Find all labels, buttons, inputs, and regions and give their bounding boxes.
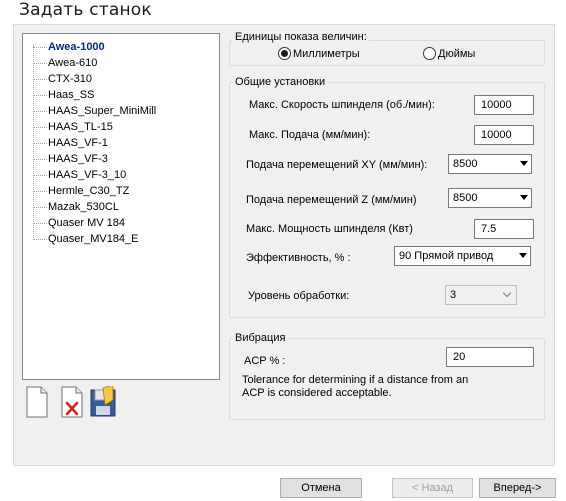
machine-item-label: CTX-310 bbox=[48, 73, 93, 85]
radio-millimeters[interactable] bbox=[278, 47, 291, 60]
xy-feed-select[interactable]: 8500 bbox=[448, 154, 532, 174]
tree-connector bbox=[33, 191, 47, 192]
dropdown-arrow-icon bbox=[520, 195, 528, 200]
machine-item-label: Hermle_C30_TZ bbox=[48, 185, 130, 197]
machine-item-label: Mazak_530CL bbox=[48, 201, 119, 213]
radio-millimeters-label: Миллиметры bbox=[293, 48, 360, 60]
back-button[interactable]: < Назад bbox=[392, 478, 473, 498]
general-title: Общие установки bbox=[233, 76, 328, 88]
machine-item-label: HAAS_VF-1 bbox=[48, 137, 108, 149]
spindle-speed-field[interactable]: 10000 bbox=[474, 95, 534, 115]
machine-item-label: Quaser_MV184_E bbox=[48, 233, 139, 245]
tree-connector bbox=[33, 111, 47, 112]
spindle-power-field[interactable]: 7.5 bbox=[474, 219, 534, 239]
spindle-speed-label: Макс. Скорость шпинделя (об./мин): bbox=[249, 99, 435, 111]
efficiency-select[interactable]: 90 Прямой привод bbox=[394, 246, 531, 266]
z-feed-select[interactable]: 8500 bbox=[448, 188, 532, 208]
level-value: 3 bbox=[450, 289, 457, 301]
tree-connector bbox=[33, 207, 47, 208]
tree-connector bbox=[33, 95, 47, 96]
efficiency-value: 90 Прямой привод bbox=[399, 250, 494, 262]
tree-connector bbox=[33, 239, 47, 240]
tree-connector bbox=[33, 175, 47, 176]
level-select[interactable]: 3 bbox=[445, 285, 517, 305]
xy-feed-label: Подача перемещений XY (мм/мин): bbox=[246, 159, 428, 171]
feed-field[interactable]: 10000 bbox=[474, 125, 534, 145]
cancel-button[interactable]: Отмена bbox=[280, 478, 362, 498]
window-title: Задать станок bbox=[19, 0, 152, 20]
next-button[interactable]: Вперед-> bbox=[479, 478, 556, 498]
radio-inches-label: Дюймы bbox=[438, 48, 476, 60]
tree-connector bbox=[33, 127, 47, 128]
dropdown-arrow-icon bbox=[519, 253, 527, 258]
acp-field[interactable]: 20 bbox=[446, 347, 534, 367]
machine-item-label: HAAS_Super_MiniMill bbox=[48, 105, 157, 117]
z-feed-label: Подача перемещений Z (мм/мин) bbox=[246, 194, 417, 206]
chevron-down-icon bbox=[502, 288, 512, 298]
machine-item-label: HAAS_VF-3_10 bbox=[48, 169, 127, 181]
tree-connector bbox=[33, 63, 47, 64]
machine-item-label: Haas_SS bbox=[48, 89, 95, 101]
tree-connector bbox=[33, 143, 47, 144]
tree-connector bbox=[33, 47, 47, 48]
xy-feed-value: 8500 bbox=[453, 158, 478, 170]
machine-item-label: Quaser MV 184 bbox=[48, 217, 126, 229]
level-label: Уровень обработки: bbox=[248, 290, 350, 302]
machine-tree[interactable]: Awea-1000 Awea-610 CTX-310 Haas_SS HAAS_Supe… bbox=[22, 33, 220, 380]
efficiency-label: Эффективность, % : bbox=[246, 252, 351, 264]
radio-inches[interactable] bbox=[423, 47, 436, 60]
delete-icon[interactable] bbox=[59, 386, 85, 418]
machine-item-label: HAAS_TL-15 bbox=[48, 121, 113, 133]
new-document-icon[interactable] bbox=[24, 386, 50, 418]
machine-item-label: Awea-1000 bbox=[48, 41, 105, 53]
tree-connector bbox=[33, 223, 47, 224]
z-feed-value: 8500 bbox=[453, 192, 478, 204]
tree-connector bbox=[33, 79, 47, 80]
feed-label: Макс. Подача (мм/мин): bbox=[249, 129, 371, 141]
vibration-title: Вибрация bbox=[233, 332, 288, 344]
machine-item-label: HAAS_VF-3 bbox=[48, 153, 108, 165]
acp-label: ACP % : bbox=[244, 355, 286, 367]
acp-description: Tolerance for determining if a distance … bbox=[242, 374, 469, 399]
units-title: Единицы показа величин: bbox=[233, 31, 369, 43]
dropdown-arrow-icon bbox=[520, 161, 528, 166]
save-icon[interactable] bbox=[89, 384, 116, 418]
tree-connector bbox=[33, 159, 47, 160]
machine-item-label: Awea-610 bbox=[48, 57, 98, 69]
spindle-power-label: Макс. Мощность шпинделя (Квт) bbox=[246, 223, 413, 235]
units-group bbox=[229, 40, 545, 66]
